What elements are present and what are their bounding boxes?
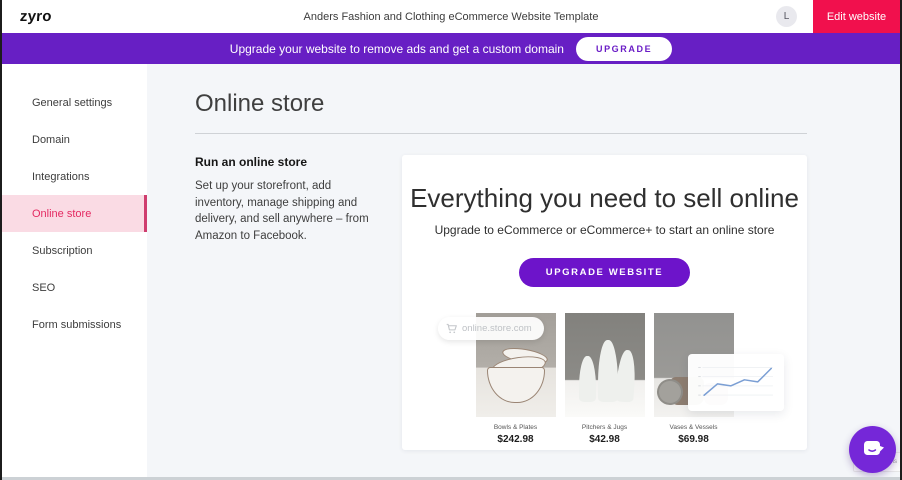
product-price: $42.98 <box>565 434 645 445</box>
body-row: General settings Domain Integrations Onl… <box>2 64 900 480</box>
upgrade-button[interactable]: UPGRADE <box>576 37 672 61</box>
product-name: Bowls & Plates <box>476 424 556 431</box>
page-title: Online store <box>195 90 900 118</box>
top-bar-right: L Edit website <box>776 0 900 33</box>
sidebar-item-domain[interactable]: Domain <box>2 121 147 158</box>
sidebar-item-subscription[interactable]: Subscription <box>2 232 147 269</box>
title-divider <box>195 133 807 134</box>
intro-heading: Run an online store <box>195 155 380 169</box>
product-price: $69.98 <box>654 434 734 445</box>
product-price: $242.98 <box>476 434 556 445</box>
sidebar-item-online-store[interactable]: Online store <box>2 195 147 232</box>
store-url-pill: online.store.com <box>438 317 544 340</box>
website-title: Anders Fashion and Clothing eCommerce We… <box>2 11 900 23</box>
jug-shape <box>615 349 637 402</box>
sidebar-item-integrations[interactable]: Integrations <box>2 158 147 195</box>
edit-website-button[interactable]: Edit website <box>813 0 900 33</box>
upgrade-banner-text: Upgrade your website to remove ads and g… <box>230 42 564 56</box>
promo-subheading: Upgrade to eCommerce or eCommerce+ to st… <box>402 223 807 237</box>
product-name: Vases & Vessels <box>654 424 734 431</box>
app-window: zyro Anders Fashion and Clothing eCommer… <box>0 0 902 480</box>
chat-bubble-icon <box>861 439 885 461</box>
settings-sidebar: General settings Domain Integrations Onl… <box>2 64 147 480</box>
jug-shape <box>579 356 596 402</box>
bowl-shape <box>487 367 545 403</box>
upgrade-banner: Upgrade your website to remove ads and g… <box>2 33 900 64</box>
product-card: Pitchers & Jugs $42.98 <box>565 313 645 445</box>
intro-description: Set up your storefront, add inventory, m… <box>195 178 380 245</box>
zyro-logo[interactable]: zyro <box>19 8 52 25</box>
product-name: Pitchers & Jugs <box>565 424 645 431</box>
intro-column: Run an online store Set up your storefro… <box>195 155 380 450</box>
avatar[interactable]: L <box>776 6 797 27</box>
sales-line-chart <box>692 359 780 406</box>
product-photo-jugs <box>565 313 645 417</box>
promo-card: Everything you need to sell online Upgra… <box>402 155 807 450</box>
top-bar: zyro Anders Fashion and Clothing eCommer… <box>2 0 900 33</box>
content-row: Run an online store Set up your storefro… <box>195 155 900 450</box>
main-content: Online store Run an online store Set up … <box>147 64 900 480</box>
sidebar-item-seo[interactable]: SEO <box>2 269 147 306</box>
upgrade-website-button[interactable]: UPGRADE WEBSITE <box>519 258 690 287</box>
jug-shape <box>598 340 618 402</box>
chat-button[interactable] <box>849 426 896 473</box>
promo-heading: Everything you need to sell online <box>402 183 807 214</box>
sidebar-item-form-submissions[interactable]: Form submissions <box>2 306 147 343</box>
promo-chart-line <box>704 368 771 395</box>
store-url-text: online.store.com <box>462 323 532 334</box>
cart-icon <box>446 323 457 334</box>
sales-chart-card <box>688 354 784 411</box>
sidebar-item-general-settings[interactable]: General settings <box>2 84 147 121</box>
